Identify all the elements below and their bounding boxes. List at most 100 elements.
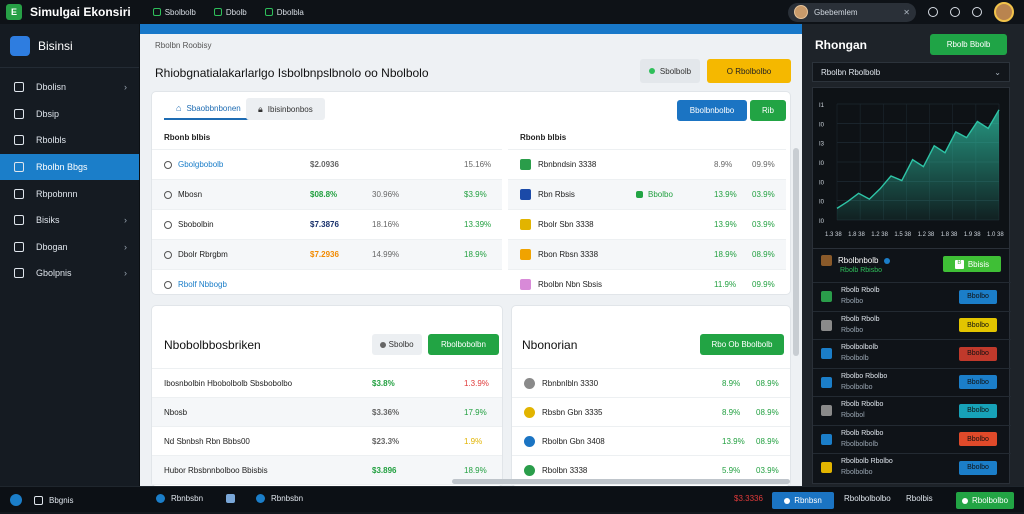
list-item-sub: Rbolbolbolb: [841, 440, 878, 448]
tag-icon: [636, 191, 643, 198]
secondary-button[interactable]: Sbolbolb: [640, 59, 700, 83]
sidebar-item[interactable]: Dbogan ›: [0, 234, 139, 261]
asset-icon: [520, 249, 531, 260]
table-row[interactable]: Rbon Rbsn 3338 18.9% 08.9%: [508, 239, 786, 269]
app-title: Simulgai Ekonsiri: [30, 5, 131, 19]
list-item-icon: [821, 376, 832, 388]
row-name: Ibosnbolbin Hbobolbolb Sbsbobolbo: [164, 379, 293, 388]
tab-secondary[interactable]: 🔒︎ Ibisinbonbos: [246, 98, 325, 120]
dot-icon: [784, 497, 791, 504]
bottom-item-5[interactable]: Rbolbis: [906, 494, 933, 503]
list-item-badge[interactable]: Bbolbo: [959, 375, 997, 390]
settings-icon[interactable]: [928, 7, 938, 17]
list-item-badge[interactable]: Bbolbo: [959, 346, 997, 361]
sidebar-item[interactable]: Dbolisn ›: [0, 74, 139, 101]
list-item-badge[interactable]: Bbolbo: [959, 318, 997, 333]
table-row[interactable]: Mbosn $08.8% 30.96% $3.9%: [152, 179, 502, 209]
table-row[interactable]: Gbolgbobolb $2.0936 15.16%: [152, 149, 502, 179]
help-icon[interactable]: [972, 7, 982, 17]
horizontal-scrollbar[interactable]: [452, 479, 790, 484]
sidebar-item[interactable]: Rbpobnnn: [0, 180, 139, 207]
bottom-home[interactable]: Bbgnis: [10, 494, 73, 506]
breadcrumb[interactable]: Rbolbn Roobisy: [155, 41, 211, 50]
row-change: 30.96%: [372, 190, 400, 199]
bottom-item-1[interactable]: Rbnbsbn: [156, 494, 203, 503]
vertical-scrollbar[interactable]: [793, 148, 799, 356]
table-row[interactable]: Rbolbn Nbn Sbsis 11.9% 09.9%: [508, 269, 786, 299]
row-percent: 8.9%: [722, 379, 741, 388]
row-value: $08.8%: [310, 190, 338, 199]
profile-avatar[interactable]: [994, 2, 1014, 22]
row-percent: 8.9%: [722, 408, 741, 417]
table-row[interactable]: Rbnbnlbln 3330 8.9% 08.9%: [512, 368, 790, 398]
table-row[interactable]: Rbolbn Gbn 3408 13.9% 08.9%: [512, 426, 790, 456]
row-percent: 15.16%: [464, 160, 492, 169]
sidebar-item[interactable]: Dbsip: [0, 101, 139, 128]
table-row[interactable]: Rbnbndsin 3338 8.9% 09.9%: [508, 149, 786, 179]
list-item-sub: Rbolbolbo: [841, 383, 873, 391]
close-icon[interactable]: ✕: [903, 8, 910, 17]
bottom-item-2[interactable]: [226, 494, 235, 503]
sidebar-item[interactable]: Rbolbn Bbgs: [0, 153, 139, 181]
chevron-right-icon: ›: [124, 82, 127, 93]
list-item-badge[interactable]: Bbolbo: [959, 460, 997, 475]
table-row[interactable]: Rbolf Nbbogb: [152, 269, 502, 299]
list-item[interactable]: Rbolb Rbolbo Rbolbol Bbolbo: [813, 396, 1011, 425]
table-row[interactable]: Ibosnbolbin Hbobolbolb Sbsbobolbo $3.8% 1.…: [152, 368, 502, 398]
bottom-green-button[interactable]: Rbolbolbo: [956, 492, 1014, 509]
card-green-button[interactable]: Rbo Ob Bbolbolb: [700, 334, 784, 355]
row-name: Rbnbnlbln 3330: [542, 379, 599, 388]
sidebar-item[interactable]: Bisiks ›: [0, 207, 139, 234]
table-row[interactable]: Nd Sbnbsh Rbn Bbbs00 $23.3% 1.9%: [152, 426, 502, 456]
sidebar-item[interactable]: Gbolpnis ›: [0, 260, 139, 287]
table-row[interactable]: Nbosb $3.36% 17.9%: [152, 397, 502, 427]
sidebar-item-label: Dbsip: [36, 108, 60, 119]
table-row[interactable]: Dbolr Rbrgbm $7.2936 14.99% 18.9%: [152, 239, 502, 269]
table-row[interactable]: Rbsbn Gbn 3335 8.9% 08.9%: [512, 397, 790, 427]
list-item[interactable]: Rbolb Rbolb Rbolbo Bbolbo: [813, 310, 1011, 340]
table-row[interactable]: Sbobolbin $7.3876 18.16% 13.39%: [152, 209, 502, 239]
sidebar-item[interactable]: Rbolbls: [0, 127, 139, 154]
list-item[interactable]: Rbolb Rbolbo Rbolbolbolb Bbolbo: [813, 424, 1011, 454]
list-header-button[interactable]: B Bbisis: [943, 256, 1001, 272]
list-item[interactable]: Rbolbolb Rbolbo Rbolbolbo Bbolbo: [813, 453, 1011, 482]
bottom-blue-button[interactable]: Rbnbsn: [772, 492, 834, 509]
bottom-item-4[interactable]: Rbolbolbolbo: [844, 494, 891, 503]
card-small-button[interactable]: Rib: [750, 100, 786, 121]
list-item[interactable]: Rbolbo Rbolbo Rbolbolbo Bbolbo: [813, 367, 1011, 397]
row-percent-2: 09.9%: [752, 160, 775, 169]
chart-icon: ⌂: [176, 103, 182, 113]
top-check-1[interactable]: Sbolbolb: [152, 8, 196, 17]
list-item-badge[interactable]: Bbolbo: [959, 432, 997, 447]
primary-button[interactable]: O Rbolbolbo: [707, 59, 791, 83]
card-grey-button[interactable]: Sbolbo: [372, 334, 422, 355]
row-name: Sbobolbin: [178, 220, 214, 229]
bottom-item-3[interactable]: Rbnbsbn: [256, 494, 303, 503]
sidebar-item-label: Rbolbn Bbgs: [36, 162, 88, 173]
list-item[interactable]: Rbolb Rbolb Rbolbo Bbolbo: [813, 282, 1011, 311]
table-row[interactable]: Rbolr Sbn 3338 13.9% 03.9%: [508, 209, 786, 239]
user-menu[interactable]: Gbebemlem ✕: [788, 2, 916, 22]
panel-select[interactable]: Rbolbn Rbolbolb ⌄: [812, 62, 1010, 82]
card-green-button[interactable]: Rbolbobolbn: [428, 334, 499, 355]
sidebar-items: Dbolisn › Dbsip Rbolbls Rbolbn Bbgs Rbpobnnn B…: [0, 68, 139, 287]
notification-icon[interactable]: [950, 7, 960, 17]
panel-action-button[interactable]: Rbolb Bbolb: [930, 34, 1007, 55]
table-row[interactable]: Hubor Rbsbnnbolboo Bbisbis $3.896 18.9%: [152, 455, 502, 485]
table-row[interactable]: Rbn Rbsis Bbolbo 13.9% 03.9%: [508, 179, 786, 209]
list-item-badge[interactable]: Bbolbo: [959, 289, 997, 304]
row-icon: [164, 250, 172, 259]
row-percent-2: 03.9%: [756, 466, 779, 475]
top-check-3[interactable]: Dbolbla: [264, 8, 304, 17]
bottom-green-button-label: Rbolbolbo: [971, 496, 1009, 505]
list-item-badge[interactable]: Bbolbo: [959, 403, 997, 418]
list-item[interactable]: Rbolbolbolb Rbolbolb Bbolbo: [813, 339, 1011, 368]
card-action-button[interactable]: Bbolbnbolbo: [677, 100, 747, 121]
checkbox-icon: [152, 8, 161, 16]
tab-primary[interactable]: ⌂ Sbaobbnbonen: [164, 98, 253, 120]
top-check-2[interactable]: Dbolb: [213, 8, 247, 17]
list-item-title: Rbolb Rbolb: [841, 287, 880, 294]
sidebar-item-icon: [14, 162, 24, 173]
list-item-title: Rbolb Rbolbo: [841, 401, 884, 408]
asset-icon: [524, 465, 535, 476]
